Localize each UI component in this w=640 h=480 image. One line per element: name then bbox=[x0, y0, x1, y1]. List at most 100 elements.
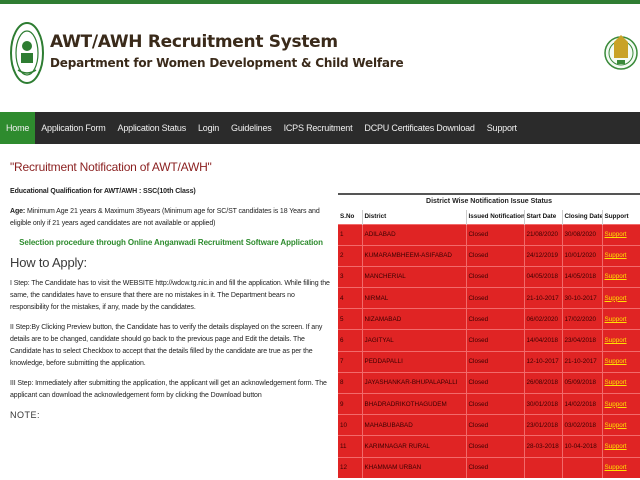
district-cell: KUMARAMBHEEM-ASIFABAD bbox=[362, 244, 467, 267]
sno-cell: 8 bbox=[338, 371, 363, 394]
support-link[interactable]: Support bbox=[602, 265, 640, 288]
support-link[interactable]: Support bbox=[602, 329, 640, 352]
closing-date-cell: 14/05/2018 bbox=[562, 265, 603, 288]
sno-cell: 5 bbox=[338, 308, 363, 330]
support-link[interactable]: Support bbox=[602, 414, 640, 436]
start-date-cell: 21-10-2017 bbox=[524, 287, 563, 309]
district-cell: KARIMNAGAR RURAL bbox=[362, 435, 467, 458]
start-date-cell: 21/08/2020 bbox=[524, 223, 563, 246]
start-date-cell: 24/12/2019 bbox=[524, 244, 563, 267]
notification-status-cell: Closed bbox=[466, 265, 525, 288]
app-title: AWT/AWH Recruitment System bbox=[50, 32, 338, 52]
table-row: 3 MANCHERIAL Closed 04/05/2018 14/05/201… bbox=[338, 265, 640, 288]
sno-cell: 10 bbox=[338, 414, 363, 436]
table-row: 11 KARIMNAGAR RURAL Closed 28-03-2018 10… bbox=[338, 435, 640, 458]
table-header-row: S.No District Issued Notification Start … bbox=[338, 210, 640, 224]
district-cell: JAGITYAL bbox=[362, 329, 467, 352]
start-date-cell: 30/01/2018 bbox=[524, 392, 563, 415]
support-link[interactable]: Support bbox=[602, 392, 640, 415]
support-link[interactable]: Support bbox=[602, 350, 640, 373]
sno-cell: 6 bbox=[338, 329, 363, 352]
table-row: 9 BHADRADRIKOTHAGUDEM Closed 30/01/2018 … bbox=[338, 392, 640, 415]
start-date-cell: 06/02/2020 bbox=[524, 308, 563, 330]
district-cell: BHADRADRIKOTHAGUDEM bbox=[362, 392, 467, 415]
district-status-panel: District Wise Notification Issue Status … bbox=[338, 193, 640, 480]
nav-icps-recruitment[interactable]: ICPS Recruitment bbox=[278, 112, 359, 144]
qualification-text: Educational Qualification for AWT/AWH : … bbox=[10, 186, 332, 198]
column-header: Start Date bbox=[524, 210, 563, 224]
start-date-cell: 04/05/2018 bbox=[524, 265, 563, 288]
notification-status-cell: Closed bbox=[466, 371, 525, 394]
table-row: 1 ADILABAD Closed 21/08/2020 30/08/2020 … bbox=[338, 223, 640, 246]
telangana-emblem-icon bbox=[604, 35, 638, 70]
sno-cell: 2 bbox=[338, 244, 363, 267]
nav-support[interactable]: Support bbox=[481, 112, 523, 144]
start-date-cell: 12-10-2017 bbox=[524, 350, 563, 373]
district-cell: PEDDAPALLI bbox=[362, 350, 467, 373]
sno-cell: 3 bbox=[338, 265, 363, 288]
support-link[interactable]: Support bbox=[602, 287, 640, 309]
support-link[interactable]: Support bbox=[602, 244, 640, 267]
support-link[interactable]: Support bbox=[602, 308, 640, 330]
notification-status-cell: Closed bbox=[466, 223, 525, 246]
age-description: Minimum Age 21 years & Maximum 35years (… bbox=[10, 208, 320, 227]
district-cell: KHAMMAM URBAN bbox=[362, 456, 467, 479]
closing-date-cell bbox=[562, 456, 603, 479]
nav-login[interactable]: Login bbox=[192, 112, 225, 144]
closing-date-cell: 21-10-2017 bbox=[562, 350, 603, 373]
status-table-title: District Wise Notification Issue Status bbox=[338, 193, 640, 210]
notification-status-cell: Closed bbox=[466, 414, 525, 436]
note-heading: NOTE: bbox=[10, 410, 41, 420]
table-row: 7 PEDDAPALLI Closed 12-10-2017 21-10-201… bbox=[338, 350, 640, 373]
age-text: Age: Minimum Age 21 years & Maximum 35ye… bbox=[10, 206, 332, 230]
table-row: 5 NIZAMABAD Closed 06/02/2020 17/02/2020… bbox=[338, 308, 640, 330]
telangana-seal-icon[interactable] bbox=[10, 22, 44, 84]
district-cell: MAHABUBABAD bbox=[362, 414, 467, 436]
district-cell: JAYASHANKAR-BHUPALAPALLI bbox=[362, 371, 467, 394]
district-status-table: S.No District Issued Notification Start … bbox=[338, 210, 640, 479]
start-date-cell: 28-03-2018 bbox=[524, 435, 563, 458]
notification-status-cell: Closed bbox=[466, 456, 525, 479]
nav-application-form[interactable]: Application Form bbox=[35, 112, 111, 144]
notification-status-cell: Closed bbox=[466, 392, 525, 415]
notification-status-cell: Closed bbox=[466, 329, 525, 352]
how-to-apply-heading: How to Apply: bbox=[10, 255, 87, 270]
support-link[interactable]: Support bbox=[602, 223, 640, 246]
column-header: Issued Notification bbox=[466, 210, 525, 224]
support-link[interactable]: Support bbox=[602, 371, 640, 394]
main-navbar: Home Application Form Application Status… bbox=[0, 112, 640, 144]
support-link[interactable]: Support bbox=[602, 435, 640, 458]
closing-date-cell: 14/02/2018 bbox=[562, 392, 603, 415]
sno-cell: 1 bbox=[338, 223, 363, 246]
notification-status-cell: Closed bbox=[466, 308, 525, 330]
nav-application-status[interactable]: Application Status bbox=[112, 112, 192, 144]
table-row: 4 NIRMAL Closed 21-10-2017 30-10-2017 Su… bbox=[338, 287, 640, 309]
qualification-value: SSC(10th Class) bbox=[143, 188, 196, 195]
site-header: AWT/AWH Recruitment System Department fo… bbox=[0, 4, 640, 112]
step-3: III Step: Immediately after submitting t… bbox=[10, 380, 327, 399]
nav-guidelines[interactable]: Guidelines bbox=[225, 112, 278, 144]
page-title: "Recruitment Notification of AWT/AWH" bbox=[10, 160, 212, 174]
column-header: S.No bbox=[338, 210, 363, 224]
table-row: 8 JAYASHANKAR-BHUPALAPALLI Closed 26/08/… bbox=[338, 371, 640, 394]
closing-date-cell: 03/02/2018 bbox=[562, 414, 603, 436]
start-date-cell: 14/04/2018 bbox=[524, 329, 563, 352]
closing-date-cell: 30-10-2017 bbox=[562, 287, 603, 309]
table-row: 6 JAGITYAL Closed 14/04/2018 23/04/2018 … bbox=[338, 329, 640, 352]
nav-dcpu-certificates-download[interactable]: DCPU Certificates Download bbox=[358, 112, 480, 144]
district-cell: MANCHERIAL bbox=[362, 265, 467, 288]
closing-date-cell: 05/09/2018 bbox=[562, 371, 603, 394]
department-subtitle: Department for Women Development & Child… bbox=[50, 56, 404, 70]
column-header: District bbox=[362, 210, 467, 224]
selection-procedure: Selection procedure through Online Angan… bbox=[19, 238, 323, 247]
district-cell: NIRMAL bbox=[362, 287, 467, 309]
table-row: 10 MAHABUBABAD Closed 23/01/2018 03/02/2… bbox=[338, 414, 640, 436]
sno-cell: 4 bbox=[338, 287, 363, 309]
column-header: Closing Date bbox=[562, 210, 603, 224]
closing-date-cell: 10/01/2020 bbox=[562, 244, 603, 267]
age-label: Age: bbox=[10, 208, 26, 215]
support-link[interactable]: Support bbox=[602, 456, 640, 479]
nav-home[interactable]: Home bbox=[0, 112, 36, 144]
sno-cell: 12 bbox=[338, 456, 363, 479]
notification-status-cell: Closed bbox=[466, 244, 525, 267]
